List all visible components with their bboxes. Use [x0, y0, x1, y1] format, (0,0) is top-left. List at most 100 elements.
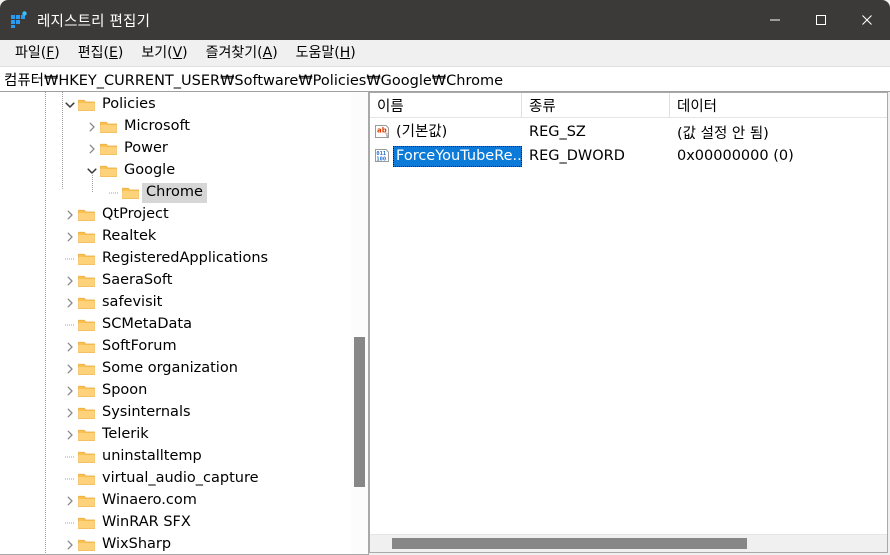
tree-item-spoon[interactable]: Spoon	[0, 380, 351, 402]
folder-icon	[100, 120, 117, 134]
tree-item-label: Power	[124, 140, 168, 156]
folder-icon	[100, 164, 117, 178]
chevron-right-icon[interactable]	[62, 207, 78, 223]
tree-item-power[interactable]: Power	[0, 138, 351, 160]
binary-value-icon: 011 100	[374, 148, 390, 164]
column-header-name[interactable]: 이름	[370, 93, 522, 117]
window-title: 레지스트리 편집기	[37, 13, 151, 30]
folder-icon	[78, 538, 95, 552]
string-value-icon: ab	[374, 124, 390, 140]
value-row[interactable]: ab (기본값) REG_SZ (값 설정 안 됨)	[370, 120, 887, 144]
tree-scrollbar-thumb[interactable]	[354, 337, 365, 487]
value-name-cell: 011 100 ForceYouTubeRe...	[370, 145, 522, 167]
folder-icon	[78, 296, 95, 310]
chevron-down-icon[interactable]	[84, 163, 100, 179]
value-name-label: ForceYouTubeRe...	[393, 145, 522, 167]
value-type-cell: REG_DWORD	[529, 148, 625, 164]
tree-item-label: SCMetaData	[102, 316, 192, 332]
chevron-right-icon[interactable]	[62, 405, 78, 421]
menu-item-e[interactable]: 편집(E)	[69, 40, 133, 65]
chevron-right-icon[interactable]	[62, 537, 78, 553]
tree-item-scmetadata[interactable]: SCMetaData	[0, 314, 351, 336]
tree-item-winrar-sfx[interactable]: WinRAR SFX	[0, 512, 351, 534]
chevron-right-icon[interactable]	[62, 229, 78, 245]
tree-item-telerik[interactable]: Telerik	[0, 424, 351, 446]
tree-item-microsoft[interactable]: Microsoft	[0, 116, 351, 138]
registry-editor-window: 레지스트리 편집기 파일(F) 편집(E) 보기(V) 즐겨찾기(A) 도움말(H)	[0, 0, 890, 555]
menu-item-h[interactable]: 도움말(H)	[287, 40, 365, 65]
tree-item-winaero-com[interactable]: Winaero.com	[0, 490, 351, 512]
tree-item-wixsharp[interactable]: WixSharp	[0, 534, 351, 554]
tree-leaf-connector	[62, 471, 78, 487]
folder-icon	[78, 318, 95, 332]
tree-leaf-connector	[62, 449, 78, 465]
address-bar[interactable]: 컴퓨터₩HKEY_CURRENT_USER₩Software₩Policies₩…	[0, 66, 890, 92]
menu-item-a[interactable]: 즐겨찾기(A)	[197, 40, 287, 65]
folder-icon	[78, 98, 95, 112]
menu-item-accelerator: E	[109, 45, 118, 61]
tree-item-policies[interactable]: Policies	[0, 94, 351, 116]
tree-vertical-scrollbar[interactable]	[350, 92, 368, 554]
menu-item-label: 편집	[77, 45, 104, 61]
tree-item-realtek[interactable]: Realtek	[0, 226, 351, 248]
tree-item-chrome[interactable]: Chrome	[0, 182, 351, 204]
value-type-cell: REG_SZ	[529, 124, 586, 140]
list-body: ab (기본값) REG_SZ (값 설정 안 됨) 011 100 ForceYouTub…	[370, 118, 887, 534]
chevron-right-icon[interactable]	[62, 383, 78, 399]
close-button[interactable]	[844, 0, 890, 40]
tree-item-softforum[interactable]: SoftForum	[0, 336, 351, 358]
minimize-button[interactable]	[752, 0, 798, 40]
tree-item-uninstalltemp[interactable]: uninstalltemp	[0, 446, 351, 468]
window-controls	[752, 0, 890, 40]
maximize-button[interactable]	[798, 0, 844, 40]
folder-icon	[78, 274, 95, 288]
registry-editor-icon	[10, 11, 28, 29]
tree-item-google[interactable]: Google	[0, 160, 351, 182]
tree-item-some-organization[interactable]: Some organization	[0, 358, 351, 380]
menu-item-accelerator: F	[46, 45, 55, 61]
tree-item-label: safevisit	[102, 294, 163, 310]
list-scrollbar-thumb[interactable]	[392, 538, 747, 549]
menu-item-v[interactable]: 보기(V)	[132, 40, 196, 65]
tree-item-qtproject[interactable]: QtProject	[0, 204, 351, 226]
column-header-type[interactable]: 종류	[522, 93, 670, 117]
folder-icon	[78, 406, 95, 420]
tree-leaf-connector	[106, 185, 122, 201]
tree-item-label: Telerik	[102, 426, 149, 442]
tree-item-saerasoft[interactable]: SaeraSoft	[0, 270, 351, 292]
chevron-right-icon[interactable]	[84, 119, 100, 135]
tree-item-sysinternals[interactable]: Sysinternals	[0, 402, 351, 424]
folder-icon	[78, 472, 95, 486]
chevron-right-icon[interactable]	[62, 273, 78, 289]
registry-key-tree: Policies Microsoft Power Google Chrome QtProj…	[0, 92, 369, 555]
registry-path: 컴퓨터₩HKEY_CURRENT_USER₩Software₩Policies₩…	[4, 72, 503, 89]
menu-item-label: 보기	[141, 45, 168, 61]
folder-icon	[78, 450, 95, 464]
value-data-cell: (값 설정 안 됨)	[677, 125, 769, 142]
chevron-right-icon[interactable]	[62, 295, 78, 311]
tree-item-registeredapplications[interactable]: RegisteredApplications	[0, 248, 351, 270]
chevron-down-icon[interactable]	[62, 97, 78, 113]
value-data-cell: 0x00000000 (0)	[677, 148, 794, 164]
tree-item-safevisit[interactable]: safevisit	[0, 292, 351, 314]
folder-icon	[78, 494, 95, 508]
tree-item-label: virtual_audio_capture	[102, 470, 259, 486]
chevron-right-icon[interactable]	[84, 141, 100, 157]
chevron-right-icon[interactable]	[62, 339, 78, 355]
chevron-right-icon[interactable]	[62, 493, 78, 509]
list-horizontal-scrollbar[interactable]	[370, 534, 887, 552]
value-row[interactable]: 011 100 ForceYouTubeRe... REG_DWORD 0x000000…	[370, 144, 887, 168]
column-header-data[interactable]: 데이터	[670, 93, 887, 117]
folder-icon	[78, 428, 95, 442]
menu-item-f[interactable]: 파일(F)	[6, 40, 69, 65]
tree-item-label: SoftForum	[102, 338, 177, 354]
chevron-right-icon[interactable]	[62, 427, 78, 443]
menu-item-accelerator: V	[172, 45, 183, 61]
tree-item-label: SaeraSoft	[102, 272, 173, 288]
chevron-right-icon[interactable]	[62, 361, 78, 377]
column-header-label: 종류	[529, 98, 556, 115]
menu-item-accelerator: H	[339, 45, 351, 61]
svg-text:100: 100	[376, 156, 386, 162]
menu-item-accelerator: A	[262, 45, 273, 61]
tree-item-virtual-audio-capture[interactable]: virtual_audio_capture	[0, 468, 351, 490]
